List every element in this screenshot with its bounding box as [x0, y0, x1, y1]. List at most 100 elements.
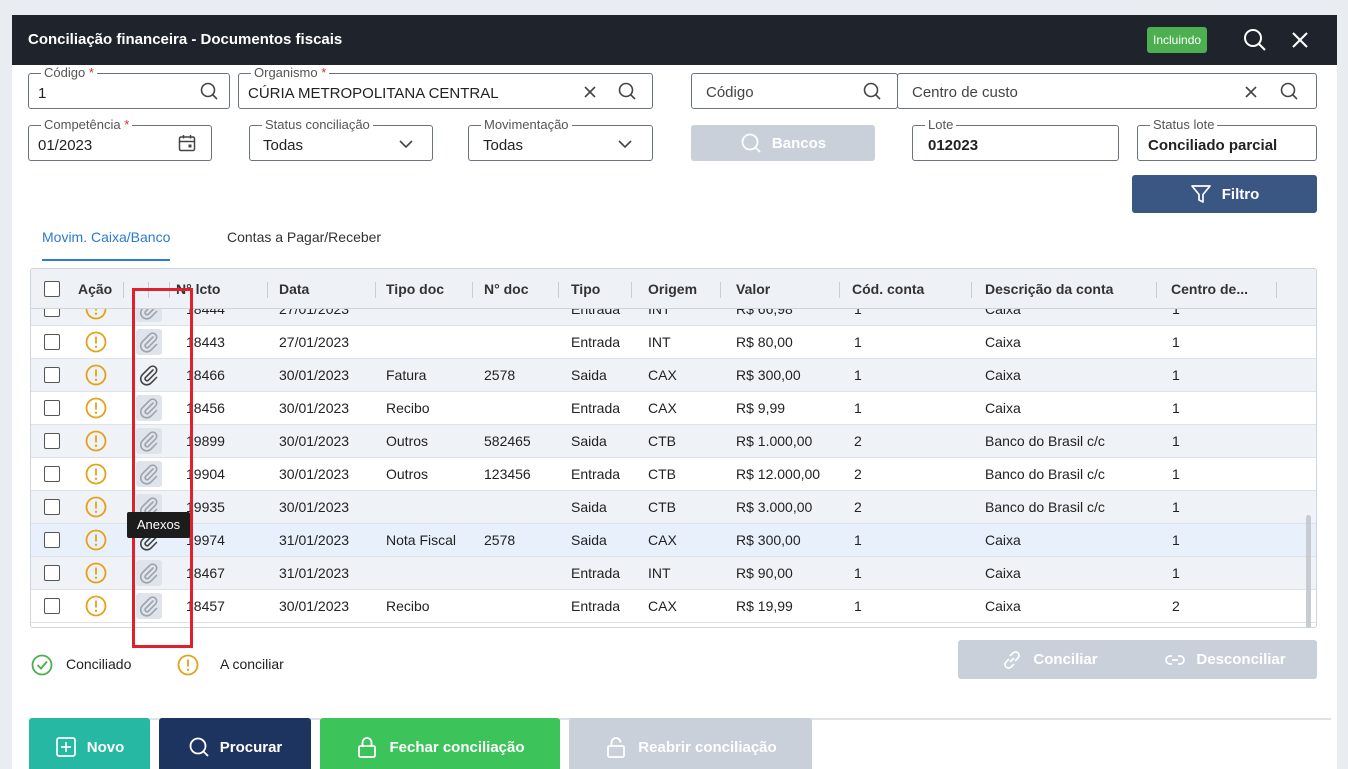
col-origem[interactable]: Origem	[648, 281, 697, 297]
row-checkbox[interactable]	[44, 400, 60, 416]
cell-descricao: Caixa	[985, 532, 1021, 548]
link-icon	[1001, 649, 1023, 671]
alert-circle-icon[interactable]	[84, 396, 108, 420]
attachment-icon[interactable]	[136, 593, 162, 619]
table-row[interactable]: 19899 30/01/2023 Outros 582465 Saida CTB R$ 1.…	[31, 425, 1316, 458]
table-row[interactable]: 18443 27/01/2023 Entrada INT R$ 80,00 1 Caixa 1	[31, 326, 1316, 359]
col-divider	[148, 282, 149, 298]
clear-icon[interactable]	[580, 82, 600, 102]
cell-data: 30/01/2023	[279, 466, 350, 482]
chevron-down-icon[interactable]	[396, 134, 416, 154]
col-tipo-doc[interactable]: Tipo doc	[386, 281, 444, 297]
table-row[interactable]: 18466 30/01/2023 Fatura 2578 Saida CAX R$ 300,…	[31, 359, 1316, 392]
row-checkbox[interactable]	[44, 433, 60, 449]
organismo-field[interactable]: Organismo * CÚRIA METROPOLITANA CENTRAL	[238, 65, 653, 109]
attachment-icon[interactable]	[136, 461, 162, 487]
chevron-down-icon[interactable]	[615, 134, 635, 154]
alert-circle-icon[interactable]	[84, 561, 108, 585]
anexos-tooltip: Anexos	[127, 512, 190, 538]
alert-circle-icon[interactable]	[84, 429, 108, 453]
movimentacao-value[interactable]: Todas	[483, 137, 523, 154]
conciliar-button[interactable]: Conciliar	[958, 640, 1141, 679]
calendar-icon[interactable]	[177, 133, 197, 153]
attachment-icon[interactable]	[136, 329, 162, 355]
col-acao[interactable]: Ação	[78, 281, 112, 297]
organismo-value[interactable]: CÚRIA METROPOLITANA CENTRAL	[248, 85, 499, 102]
lancamentos-table: Ação N° lcto Data Tipo doc N° doc Tipo O…	[30, 268, 1317, 628]
filtro-button[interactable]: Filtro	[1132, 175, 1317, 213]
attachment-icon[interactable]	[136, 309, 162, 322]
table-row[interactable]: 19904 30/01/2023 Outros 123456 Entrada CTB R$ …	[31, 458, 1316, 491]
alert-circle-icon[interactable]	[84, 528, 108, 552]
close-icon[interactable]	[1285, 25, 1315, 55]
alert-circle-icon[interactable]	[84, 363, 108, 387]
cell-centro: 1	[1172, 532, 1180, 548]
search-icon[interactable]	[1279, 81, 1299, 101]
table-row[interactable]: 18467 31/01/2023 Entrada INT R$ 90,00 1 Caixa 1	[31, 557, 1316, 590]
row-checkbox[interactable]	[44, 309, 60, 317]
alert-circle-icon[interactable]	[84, 594, 108, 618]
tab-contas-pagar-receber[interactable]: Contas a Pagar/Receber	[227, 229, 381, 261]
col-tipo[interactable]: Tipo	[571, 281, 600, 297]
attachment-icon[interactable]	[136, 395, 162, 421]
codigo-value[interactable]: 1	[38, 85, 46, 102]
table-row[interactable]: 18444 27/01/2023 Entrada INT R$ 66,98 1 Caixa 1	[31, 309, 1316, 326]
centro-custo-placeholder[interactable]: Centro de custo	[912, 84, 1018, 101]
row-checkbox[interactable]	[44, 367, 60, 383]
table-row[interactable]: 18457 30/01/2023 Recibo Entrada CAX R$ 19,99 1…	[31, 590, 1316, 623]
status-conciliacao-select[interactable]: Status conciliação Todas	[249, 117, 433, 161]
codigo-centro-field[interactable]: Código	[691, 73, 898, 109]
window-title: Conciliação financeira - Documentos fisc…	[28, 31, 343, 48]
col-centro[interactable]: Centro de...	[1171, 281, 1248, 297]
search-icon[interactable]	[617, 81, 637, 101]
competencia-value[interactable]: 01/2023	[38, 137, 92, 154]
row-checkbox[interactable]	[44, 499, 60, 515]
table-row[interactable]: 19974 31/01/2023 Nota Fiscal 2578 Saida CAX R$…	[31, 524, 1316, 557]
alert-circle-icon[interactable]	[84, 330, 108, 354]
cell-valor: R$ 300,00	[736, 532, 801, 548]
select-all-checkbox[interactable]	[44, 281, 60, 297]
lote-field[interactable]: Lote 012023	[912, 117, 1119, 161]
search-icon[interactable]	[1240, 25, 1270, 55]
col-n-doc[interactable]: N° doc	[484, 281, 529, 297]
col-valor[interactable]: Valor	[736, 281, 770, 297]
row-checkbox[interactable]	[44, 334, 60, 350]
attachment-icon[interactable]	[136, 428, 162, 454]
row-checkbox[interactable]	[44, 466, 60, 482]
status-lote-field[interactable]: Status lote Conciliado parcial	[1137, 117, 1317, 161]
fechar-conciliacao-button[interactable]: Fechar conciliação	[320, 718, 560, 769]
centro-custo-field[interactable]: Centro de custo	[897, 73, 1317, 109]
reabrir-conciliacao-button[interactable]: Reabrir conciliação	[569, 718, 812, 769]
alert-circle-icon[interactable]	[84, 309, 108, 321]
row-checkbox[interactable]	[44, 532, 60, 548]
row-checkbox[interactable]	[44, 565, 60, 581]
col-descricao[interactable]: Descrição da conta	[985, 281, 1113, 297]
col-lcto[interactable]: N° lcto	[176, 281, 221, 297]
bancos-button[interactable]: Bancos	[691, 125, 875, 161]
codigo-field[interactable]: Código * 1	[28, 65, 230, 109]
tab-movim-caixa-banco[interactable]: Movim. Caixa/Banco	[42, 229, 171, 261]
attachment-icon[interactable]	[136, 560, 162, 586]
table-row[interactable]: 18456 30/01/2023 Recibo Entrada CAX R$ 9,99 1 C…	[31, 392, 1316, 425]
search-icon[interactable]	[199, 81, 219, 101]
table-row[interactable]: 19935 30/01/2023 Saida CTB R$ 3.000,00 2 Banco…	[31, 491, 1316, 524]
novo-button[interactable]: Novo	[29, 718, 150, 769]
desconciliar-button[interactable]: Desconciliar	[1133, 640, 1317, 679]
alert-circle-icon[interactable]	[84, 462, 108, 486]
col-cod-conta[interactable]: Cód. conta	[852, 281, 924, 297]
cell-valor: R$ 300,00	[736, 367, 801, 383]
lote-value[interactable]: 012023	[928, 137, 978, 154]
row-checkbox[interactable]	[44, 598, 60, 614]
codigo-placeholder[interactable]: Código	[706, 84, 754, 101]
status-conciliacao-value[interactable]: Todas	[263, 137, 303, 154]
col-data[interactable]: Data	[279, 281, 309, 297]
attachment-icon[interactable]	[136, 362, 162, 388]
alert-circle-icon[interactable]	[84, 495, 108, 519]
vertical-scrollbar[interactable]	[1306, 515, 1311, 627]
cell-n-doc: 582465	[484, 433, 531, 449]
movimentacao-select[interactable]: Movimentação Todas	[468, 117, 653, 161]
competencia-field[interactable]: Competência * 01/2023	[28, 117, 212, 161]
clear-icon[interactable]	[1241, 82, 1261, 102]
procurar-button[interactable]: Procurar	[159, 718, 311, 769]
search-icon[interactable]	[862, 81, 882, 101]
